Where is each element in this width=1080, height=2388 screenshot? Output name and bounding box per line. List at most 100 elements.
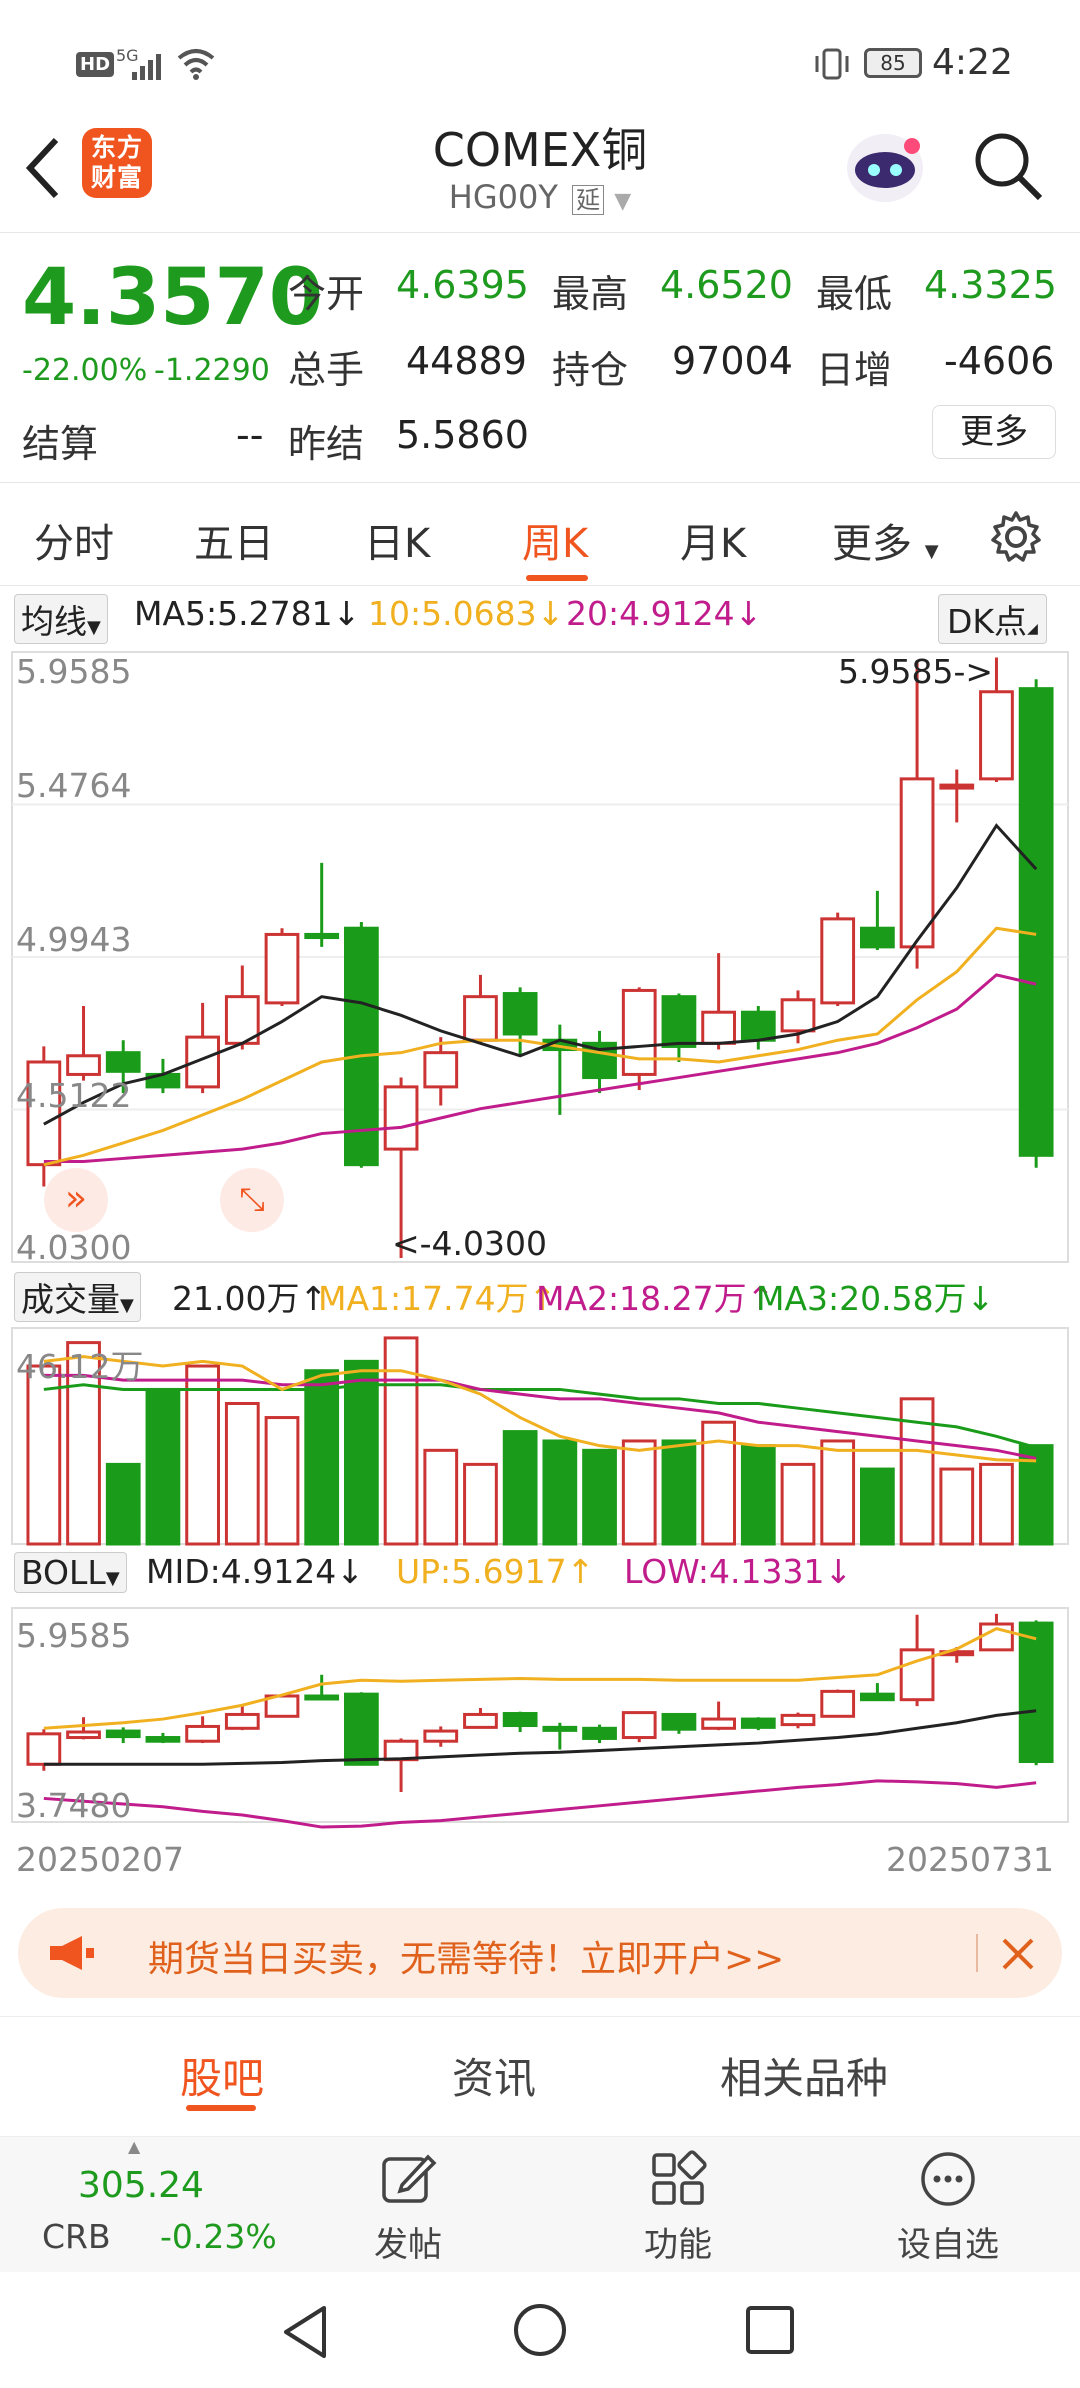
candle-body xyxy=(820,917,856,1005)
boll-candle-body xyxy=(1018,1621,1054,1764)
tab-more[interactable]: 更多 ▼ xyxy=(832,511,939,569)
megaphone-icon xyxy=(50,1936,94,1970)
robot-assistant-icon[interactable] xyxy=(840,124,930,208)
banner-text: 期货当日买卖，无需等待！立即开户>> xyxy=(148,1939,785,1980)
open-label: 今开 xyxy=(288,272,365,316)
account-banner[interactable]: 期货当日买卖，无需等待！立即开户>> xyxy=(18,1908,1062,1998)
boll-candle-body xyxy=(26,1732,62,1766)
tab-weekly-k[interactable]: 周K xyxy=(522,511,588,569)
min-price-marker: <-4.0300 xyxy=(392,1224,548,1263)
volume-bar xyxy=(979,1462,1014,1546)
more-circle-icon xyxy=(921,2152,975,2206)
app-root: HD 5G 85 4:22 东方 财富 COMEX铜 HG00Y 延 ▼ 4.3… xyxy=(0,0,1080,2388)
tab-five-day[interactable]: 五日 xyxy=(194,511,274,569)
candle-body xyxy=(1018,687,1054,1157)
y-tick-2: 4.9943 xyxy=(16,920,132,959)
boll-candle-body xyxy=(780,1713,816,1727)
more-quote-button[interactable]: 更多 xyxy=(932,405,1056,459)
battery-indicator: 85 xyxy=(864,48,922,78)
daily-increase-value: -4606 xyxy=(944,339,1055,383)
candle-body xyxy=(661,995,697,1048)
status-bar: HD 5G 85 4:22 xyxy=(0,0,1080,120)
volume-selector[interactable]: 成交量▼ xyxy=(14,1272,141,1322)
volume-bar xyxy=(740,1444,776,1546)
crb-caret-icon: ▲ xyxy=(128,2137,141,2156)
nav-home-icon[interactable] xyxy=(512,2302,568,2358)
boll-candle-body xyxy=(145,1736,181,1743)
y-tick-4: 4.0300 xyxy=(16,1228,132,1267)
active-tab-underline xyxy=(526,575,588,581)
candle-body xyxy=(899,777,935,949)
candle-body xyxy=(304,932,340,940)
volume-bar xyxy=(780,1462,816,1546)
tab-monthly-k[interactable]: 月K xyxy=(680,511,746,569)
volume-bar xyxy=(860,1467,895,1546)
tab-related[interactable]: 相关品种 xyxy=(720,2045,888,2106)
candle-body xyxy=(105,1051,141,1073)
candle-body xyxy=(264,932,300,1005)
crb-value: 305.24 xyxy=(78,2165,204,2206)
wifi-icon xyxy=(177,49,215,80)
volume-bar xyxy=(344,1359,379,1546)
volume-bar xyxy=(820,1439,856,1546)
period-tabs: 分时 五日 日K 周K 月K 更多 ▼ xyxy=(0,482,1080,586)
add-watchlist-button[interactable]: 设自选 xyxy=(858,2137,1038,2266)
open-interest-label: 持仓 xyxy=(552,348,629,392)
function-button[interactable]: 功能 xyxy=(588,2137,768,2266)
boll-candle-body xyxy=(185,1724,220,1743)
candle-body xyxy=(979,690,1014,781)
candle-body xyxy=(701,1010,736,1045)
boll-panel-frame xyxy=(11,1607,1069,1823)
tab-daily-k[interactable]: 日K xyxy=(364,511,430,569)
candle-body xyxy=(463,995,498,1042)
volume-bar xyxy=(145,1387,181,1546)
boll-candle-body xyxy=(820,1689,856,1718)
kline-chart-area[interactable]: 均线▼ MA5:5.2781↓ 10:5.0683↓ 20:4.9124↓ DK… xyxy=(0,586,1080,1886)
prev-settle-label: 昨结 xyxy=(288,422,365,466)
daily-increase-label: 日增 xyxy=(816,348,893,392)
close-icon[interactable] xyxy=(1000,1936,1036,1972)
tab-news[interactable]: 资讯 xyxy=(452,2045,536,2106)
post-label: 发帖 xyxy=(374,2225,442,2265)
banner-divider xyxy=(976,1934,978,1972)
bottom-toolbar: ▲ 305.24 CRB -0.23% 发帖 功能 设自选 xyxy=(0,2136,1080,2272)
volume-bar xyxy=(185,1364,220,1546)
post-button[interactable]: 发帖 xyxy=(318,2137,498,2266)
date-end: 20250731 xyxy=(886,1840,1054,1879)
boll-candle-body xyxy=(502,1712,538,1728)
volume-max-label: 46.12万 xyxy=(16,1347,144,1386)
boll-selector-caret-icon: ▼ xyxy=(105,1568,120,1589)
expand-left-button[interactable]: » xyxy=(44,1168,108,1232)
candle-body xyxy=(502,992,538,1036)
volume-selector-caret-icon: ▼ xyxy=(120,1295,134,1316)
nav-back-icon[interactable] xyxy=(280,2304,330,2360)
volume-ma3: MA3:20.58万↓ xyxy=(756,1279,995,1318)
candle-body xyxy=(740,1010,776,1042)
fullscreen-icon[interactable]: ⤡ xyxy=(220,1168,284,1232)
tab-more-label: 更多 xyxy=(832,521,912,567)
boll-candle-body xyxy=(463,1712,498,1729)
dropdown-icon: ▼ xyxy=(614,189,632,214)
contract-code: HG00Y xyxy=(448,178,558,216)
tab-forum[interactable]: 股吧 xyxy=(180,2045,264,2106)
nav-recents-icon[interactable] xyxy=(744,2304,796,2356)
content-tabs: 股吧 资讯 相关品种 xyxy=(0,2016,1080,2116)
volume-bar xyxy=(582,1448,617,1546)
high-label: 最高 xyxy=(552,272,629,316)
high-value: 4.6520 xyxy=(660,263,793,307)
boll-up: UP:5.6917↑ xyxy=(396,1552,595,1591)
settings-gear-icon[interactable] xyxy=(988,509,1044,565)
volume-label: 总手 xyxy=(288,348,365,392)
volume-bar xyxy=(224,1401,260,1546)
edit-icon xyxy=(382,2154,437,2203)
header: 东方 财富 COMEX铜 HG00Y 延 ▼ xyxy=(0,112,1080,232)
tab-intraday[interactable]: 分时 xyxy=(34,511,114,569)
crb-widget[interactable]: ▲ 305.24 CRB -0.23% xyxy=(0,2137,300,2273)
crb-pct: -0.23% xyxy=(160,2217,277,2256)
y-tick-0: 5.9585 xyxy=(16,652,132,691)
boll-selector[interactable]: BOLL▼ xyxy=(14,1552,127,1593)
volume-bar xyxy=(423,1448,459,1546)
boll-mid: MID:4.9124↓ xyxy=(146,1552,364,1591)
search-icon[interactable] xyxy=(970,128,1046,204)
volume-bar xyxy=(26,1364,62,1546)
